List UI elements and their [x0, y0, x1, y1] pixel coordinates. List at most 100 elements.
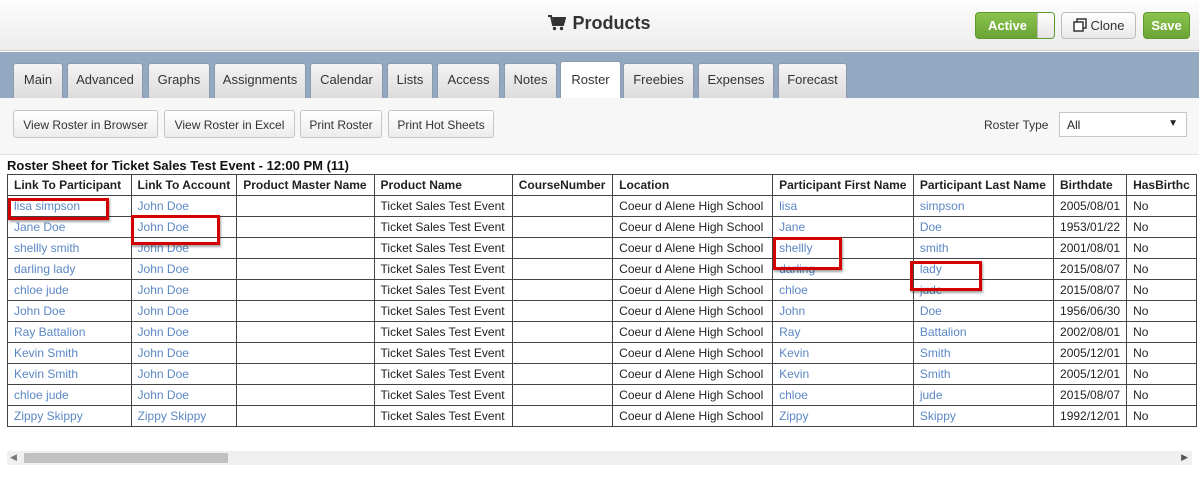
table-cell-link[interactable]: Zippy Skippy — [7, 405, 132, 427]
tab-expenses[interactable]: Expenses — [698, 63, 774, 98]
print-roster-button[interactable]: Print Roster — [300, 110, 382, 138]
active-toggle[interactable]: Active — [975, 12, 1055, 39]
tab-notes[interactable]: Notes — [504, 63, 557, 98]
table-cell-link[interactable]: shellly smith — [7, 237, 132, 259]
table-cell — [236, 237, 375, 259]
table-cell-link[interactable]: John Doe — [7, 300, 132, 322]
tab-access[interactable]: Access — [437, 63, 500, 98]
table-cell-link[interactable]: Ray — [772, 321, 914, 343]
table-cell: No — [1126, 258, 1197, 280]
table-cell — [511, 363, 614, 385]
tab-graphs[interactable]: Graphs — [148, 63, 210, 98]
table-cell-link[interactable]: John Doe — [130, 195, 238, 217]
table-cell-link[interactable]: John Doe — [130, 279, 238, 301]
table-cell-link[interactable]: chloe — [772, 384, 914, 406]
tab-bar: Main Advanced Graphs Assignments Calenda… — [0, 52, 1199, 98]
table-row: chloe jude John Doe Ticket Sales Test Even… — [7, 279, 1197, 301]
column-header: Product Name — [373, 174, 513, 196]
view-roster-browser-button[interactable]: View Roster in Browser — [13, 110, 158, 138]
table-cell-link[interactable]: Kevin — [772, 363, 914, 385]
table-cell-link[interactable]: John Doe — [130, 342, 238, 364]
tab-roster[interactable]: Roster — [560, 61, 621, 98]
table-cell-link[interactable]: Jane — [772, 216, 914, 238]
column-header: Birthdate — [1053, 174, 1128, 196]
table-cell-link[interactable]: simpson — [912, 195, 1055, 217]
active-toggle-label: Active — [987, 18, 1028, 33]
tab-main[interactable]: Main — [13, 63, 63, 98]
table-cell: Coeur d Alene High School — [612, 279, 774, 301]
table-cell — [236, 279, 375, 301]
table-cell-link[interactable]: chloe jude — [7, 384, 132, 406]
table-cell-link[interactable]: Doe — [912, 216, 1055, 238]
table-cell: Ticket Sales Test Event — [373, 342, 513, 364]
table-cell-link[interactable]: Ray Battalion — [7, 321, 132, 343]
table-cell-link[interactable]: chloe jude — [7, 279, 132, 301]
table-cell — [236, 216, 375, 238]
scroll-right-arrow-icon[interactable]: ▶ — [1181, 452, 1188, 463]
table-cell: Coeur d Alene High School — [612, 405, 774, 427]
table-cell: Ticket Sales Test Event — [373, 300, 513, 322]
table-cell: Coeur d Alene High School — [612, 258, 774, 280]
table-cell — [236, 363, 375, 385]
table-cell: Coeur d Alene High School — [612, 384, 774, 406]
table-cell-link[interactable]: John Doe — [130, 258, 238, 280]
tab-freebies[interactable]: Freebies — [623, 63, 694, 98]
table-cell: No — [1126, 300, 1197, 322]
table-cell — [511, 342, 614, 364]
view-roster-excel-button[interactable]: View Roster in Excel — [164, 110, 295, 138]
table-cell: No — [1126, 342, 1197, 364]
table-cell — [511, 195, 614, 217]
roster-type-select[interactable]: All ▼ — [1059, 112, 1187, 137]
save-button[interactable]: Save — [1143, 12, 1190, 39]
table-cell — [236, 300, 375, 322]
tab-lists[interactable]: Lists — [387, 63, 433, 98]
table-cell-link[interactable]: Smith — [912, 363, 1055, 385]
table-cell-link[interactable]: smith — [912, 237, 1055, 259]
scrollbar-thumb[interactable] — [24, 453, 228, 463]
table-cell: 1992/12/01 — [1053, 405, 1128, 427]
table-cell-link[interactable]: Zippy — [772, 405, 914, 427]
table-cell-link[interactable]: Kevin Smith — [7, 342, 132, 364]
table-cell-link[interactable]: John Doe — [130, 363, 238, 385]
table-cell: 2001/08/01 — [1053, 237, 1128, 259]
tab-assignments[interactable]: Assignments — [214, 63, 306, 98]
column-header: CourseNumber — [511, 174, 614, 196]
table-cell-link[interactable]: Doe — [912, 300, 1055, 322]
tab-forecast[interactable]: Forecast — [778, 63, 847, 98]
print-hot-sheets-button[interactable]: Print Hot Sheets — [388, 110, 494, 138]
table-cell-link[interactable]: Kevin — [772, 342, 914, 364]
table-cell-link[interactable]: lisa — [772, 195, 914, 217]
table-cell — [236, 321, 375, 343]
table-row: chloe jude John Doe Ticket Sales Test Even… — [7, 384, 1197, 406]
table-cell: Ticket Sales Test Event — [373, 258, 513, 280]
table-cell-link[interactable]: jude — [912, 384, 1055, 406]
table-cell-link[interactable]: Kevin Smith — [7, 363, 132, 385]
table-cell: Ticket Sales Test Event — [373, 279, 513, 301]
table-cell: Coeur d Alene High School — [612, 342, 774, 364]
horizontal-scrollbar[interactable]: ◀ ▶ — [7, 451, 1192, 465]
table-cell: 1956/06/30 — [1053, 300, 1128, 322]
table-cell-link[interactable]: John Doe — [130, 384, 238, 406]
table-cell: Coeur d Alene High School — [612, 363, 774, 385]
table-cell-link[interactable]: chloe — [772, 279, 914, 301]
table-cell: 2005/12/01 — [1053, 363, 1128, 385]
table-cell — [511, 321, 614, 343]
column-header: HasBirthc — [1126, 174, 1197, 196]
table-cell-link[interactable]: Zippy Skippy — [130, 405, 238, 427]
toggle-knob[interactable] — [1037, 13, 1054, 38]
scroll-left-arrow-icon[interactable]: ◀ — [10, 452, 17, 463]
table-header-row: Link To Participant Link To Account Prod… — [7, 174, 1197, 196]
table-cell — [511, 405, 614, 427]
table-cell-link[interactable]: John — [772, 300, 914, 322]
table-cell-link[interactable]: Skippy — [912, 405, 1055, 427]
table-cell-link[interactable]: darling lady — [7, 258, 132, 280]
table-cell-link[interactable]: Battalion — [912, 321, 1055, 343]
table-cell-link[interactable]: John Doe — [130, 321, 238, 343]
table-cell-link[interactable]: Smith — [912, 342, 1055, 364]
tab-advanced[interactable]: Advanced — [67, 63, 143, 98]
table-cell-link[interactable]: John Doe — [130, 300, 238, 322]
column-header: Participant Last Name — [912, 174, 1055, 196]
tab-calendar[interactable]: Calendar — [310, 63, 383, 98]
clone-button[interactable]: Clone — [1061, 12, 1136, 39]
table-row: Kevin Smith John Doe Ticket Sales Test Eve… — [7, 363, 1197, 385]
